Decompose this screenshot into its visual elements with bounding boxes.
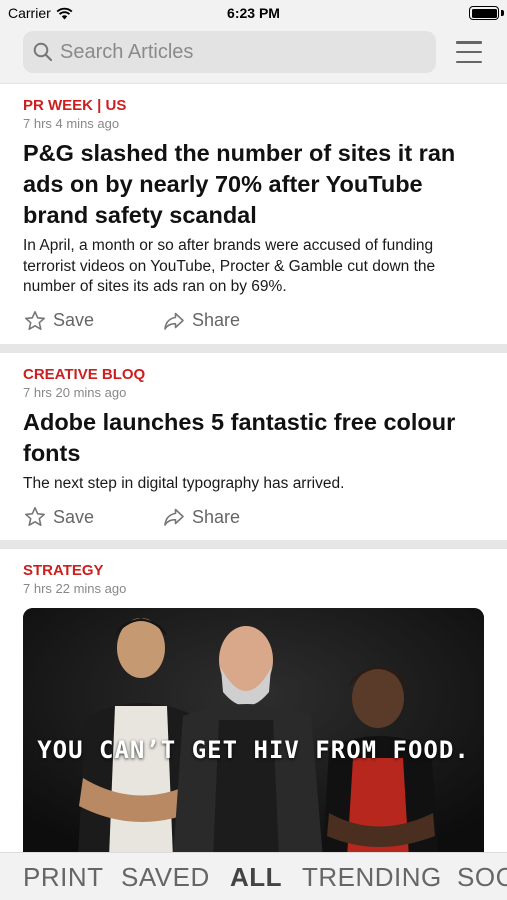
article-actions: Save Share — [23, 494, 484, 540]
image-caption: YOU CAN’T GET HIV FROM FOOD. — [37, 736, 470, 764]
share-label: Share — [192, 506, 241, 527]
article-feed[interactable]: PR WEEK | US 7 hrs 4 mins ago P&G slashe… — [0, 84, 507, 852]
tab-trending[interactable]: TRENDING — [302, 862, 442, 893]
menu-line — [456, 41, 482, 44]
article-source[interactable]: STRATEGY — [23, 562, 484, 579]
article-source[interactable]: PR WEEK | US — [23, 97, 484, 114]
star-icon — [25, 310, 45, 330]
share-button[interactable]: Share — [162, 505, 240, 529]
article-card[interactable]: STRATEGY 7 hrs 22 mins ago YOU CAN’T GET… — [0, 549, 507, 852]
menu-line — [456, 60, 482, 63]
article-photo — [23, 608, 484, 852]
article-image[interactable]: YOU CAN’T GET HIV FROM FOOD. — [23, 608, 484, 852]
tab-social[interactable]: SOCIAL — [457, 862, 507, 893]
bottom-tab-bar: PRINT SAVED ALL TRENDING SOCIAL — [0, 852, 507, 900]
menu-line — [456, 50, 482, 54]
share-button[interactable]: Share — [162, 309, 240, 333]
share-label: Share — [192, 310, 241, 330]
share-icon — [164, 312, 184, 330]
article-headline[interactable]: P&G slashed the number of sites it ran a… — [23, 138, 484, 231]
article-summary: In April, a month or so after brands wer… — [23, 237, 436, 295]
article-card[interactable]: PR WEEK | US 7 hrs 4 mins ago P&G slashe… — [0, 84, 507, 344]
save-label: Save — [53, 506, 95, 527]
article-separator — [0, 343, 507, 353]
save-button[interactable]: Save — [23, 505, 94, 529]
search-header — [0, 26, 507, 84]
article-time: 7 hrs 4 mins ago — [23, 116, 120, 131]
search-icon — [33, 42, 53, 62]
battery-level — [471, 8, 497, 18]
save-button[interactable]: Save — [23, 309, 94, 333]
tab-saved[interactable]: SAVED — [121, 862, 210, 893]
search-input[interactable] — [60, 40, 420, 64]
article-time: 7 hrs 22 mins ago — [23, 581, 127, 596]
article-summary: The next step in digital typography has … — [23, 474, 345, 492]
article-headline[interactable]: Adobe launches 5 fantastic free colour f… — [23, 407, 484, 469]
battery-tip — [501, 10, 504, 16]
search-box[interactable] — [23, 31, 436, 73]
status-bar: Carrier 6:23 PM — [0, 0, 507, 26]
article-separator — [0, 540, 507, 549]
tab-print[interactable]: PRINT — [23, 862, 104, 893]
battery-icon — [469, 6, 499, 20]
share-icon — [164, 508, 184, 526]
status-time: 6:23 PM — [227, 5, 280, 21]
article-time: 7 hrs 20 mins ago — [23, 384, 127, 400]
star-icon — [25, 507, 45, 526]
article-source[interactable]: CREATIVE BLOQ — [23, 366, 484, 383]
tab-all[interactable]: ALL — [230, 862, 282, 893]
article-actions: Save Share — [23, 298, 484, 344]
save-label: Save — [53, 310, 95, 330]
menu-icon[interactable] — [453, 38, 485, 66]
article-card[interactable]: CREATIVE BLOQ 7 hrs 20 mins ago Adobe la… — [0, 352, 507, 540]
